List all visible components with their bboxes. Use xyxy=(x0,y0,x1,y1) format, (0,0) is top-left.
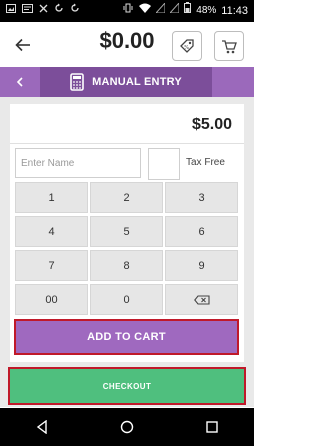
key-backspace[interactable] xyxy=(165,284,238,315)
key-5[interactable]: 5 xyxy=(90,216,163,247)
backspace-icon xyxy=(193,294,210,305)
triangle-back-icon xyxy=(37,420,48,434)
circle-home-icon xyxy=(120,420,134,434)
key-1[interactable]: 1 xyxy=(15,182,88,213)
system-recents-button[interactable] xyxy=(192,412,232,442)
square-recents-icon xyxy=(205,421,218,433)
system-nav-bar xyxy=(0,408,254,446)
key-0[interactable]: 0 xyxy=(90,284,163,315)
app-bar: $0.00 % xyxy=(0,22,254,67)
signal-off-icon xyxy=(155,0,166,22)
signal-off-icon-2 xyxy=(169,0,180,22)
photo-icon xyxy=(6,0,16,22)
tax-free-label: Tax Free xyxy=(186,157,225,168)
sync-icon xyxy=(54,0,64,22)
status-left-icons xyxy=(0,0,80,22)
key-2[interactable]: 2 xyxy=(90,182,163,213)
entry-amount: $5.00 xyxy=(191,116,232,133)
key-3[interactable]: 3 xyxy=(165,182,238,213)
status-right-icons: 48% 11:43 xyxy=(122,0,254,22)
key-4[interactable]: 4 xyxy=(15,216,88,247)
chevron-left-icon xyxy=(16,77,23,87)
discount-button[interactable]: % xyxy=(172,31,202,61)
sync-icon-2 xyxy=(70,0,80,22)
key-7[interactable]: 7 xyxy=(15,250,88,281)
divider xyxy=(10,143,244,144)
name-input[interactable] xyxy=(15,148,141,178)
system-back-button[interactable] xyxy=(22,412,62,442)
cart-button[interactable] xyxy=(214,31,244,61)
key-9[interactable]: 9 xyxy=(165,250,238,281)
cart-icon xyxy=(222,39,237,53)
tax-free-checkbox[interactable] xyxy=(148,148,180,180)
mute-icon xyxy=(39,0,48,22)
calculator-icon xyxy=(70,73,84,91)
notification-icon xyxy=(22,0,33,22)
mode-header: MANUAL ENTRY xyxy=(0,67,254,97)
system-home-button[interactable] xyxy=(107,412,147,442)
battery-icon xyxy=(184,0,192,22)
tag-icon: % xyxy=(180,39,194,53)
key-6[interactable]: 6 xyxy=(165,216,238,247)
tab-manual-entry-label: MANUAL ENTRY xyxy=(92,76,182,88)
battery-percent: 48% xyxy=(196,5,217,16)
clock: 11:43 xyxy=(221,5,248,17)
checkout-button[interactable]: CHECKOUT xyxy=(8,367,246,405)
status-bar: 48% 11:43 xyxy=(0,0,254,22)
tab-manual-entry[interactable]: MANUAL ENTRY xyxy=(40,67,212,97)
add-to-cart-button[interactable]: ADD TO CART xyxy=(14,319,239,355)
keypad: 1 2 3 4 5 6 7 8 9 00 0 xyxy=(15,182,239,315)
key-00[interactable]: 00 xyxy=(15,284,88,315)
mode-back-button[interactable] xyxy=(0,67,40,97)
key-8[interactable]: 8 xyxy=(90,250,163,281)
wifi-icon xyxy=(139,0,152,22)
svg-text:%: % xyxy=(184,45,189,51)
vibrate-icon xyxy=(122,0,134,22)
